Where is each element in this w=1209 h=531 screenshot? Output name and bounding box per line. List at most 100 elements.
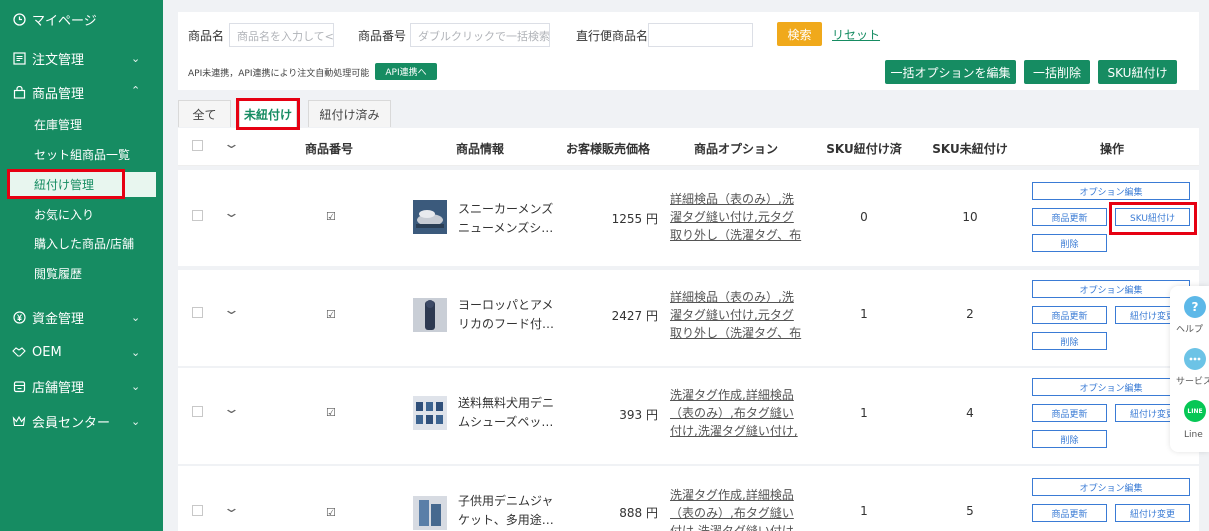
- reset-link[interactable]: リセット: [832, 26, 880, 43]
- sidebar-item-history[interactable]: 閲覧履歴: [0, 262, 163, 284]
- handshake-icon: [12, 345, 26, 359]
- edit-icon[interactable]: ☑: [326, 506, 336, 519]
- clock-icon: [12, 12, 26, 26]
- row-checkbox[interactable]: [192, 210, 203, 221]
- product-options-link[interactable]: 詳細検品（表のみ）,洗濯タグ縫い付け,元タグ取り外し（洗濯タグ、布タグ、吊…: [670, 190, 804, 246]
- sku-link-button[interactable]: SKU紐付け: [1098, 60, 1177, 84]
- sku-linked-count: 1: [860, 406, 868, 420]
- nav-oem-label: OEM: [32, 344, 62, 360]
- nav-mypage-label: マイページ: [32, 13, 97, 29]
- table-row: ⌄ ☑ ヨーロッパとアメリカのフード付… 2427 円 詳細検品（表のみ）,洗濯…: [178, 270, 1199, 366]
- table-row: ⌄ ☑ 子供用デニムジャケット、多用途… 888 円 洗濯タグ作成,詳細検品（表…: [178, 466, 1199, 531]
- nav-oem[interactable]: OEM ⌄: [0, 341, 163, 363]
- bag-icon: [12, 85, 26, 99]
- nav-member-label: 会員センター: [32, 415, 111, 431]
- header-sku-unlinked: SKU未紐付け: [932, 142, 1008, 156]
- product-options-link[interactable]: 詳細検品（表のみ）,洗濯タグ縫い付け,元タグ取り外し（洗濯タグ、布タグ、吊…: [670, 288, 804, 344]
- delete-button[interactable]: 削除: [1032, 332, 1107, 350]
- product-update-button[interactable]: 商品更新: [1032, 208, 1107, 226]
- service-label: サービス: [1176, 377, 1209, 387]
- list-icon: [12, 51, 26, 65]
- sku-unlinked-count: 10: [962, 210, 978, 224]
- sidebar-item-linking[interactable]: 紐付け管理: [8, 172, 156, 197]
- tab-linked[interactable]: 紐付け済み: [308, 100, 391, 127]
- bulk-option-edit-button[interactable]: 一括オプションを編集: [885, 60, 1016, 84]
- sidebar: マイページ 注文管理 ⌄ 商品管理 ⌃ 在庫管理 セット組商品一覧 紐付け管理 …: [0, 0, 163, 531]
- bulk-delete-button[interactable]: 一括削除: [1024, 60, 1090, 84]
- sidebar-item-favorites[interactable]: お気に入り: [0, 203, 163, 225]
- header-options: 商品オプション: [693, 142, 779, 156]
- floating-help-panel: ? ヘルプ サービス LINE Line: [1170, 286, 1209, 452]
- chevron-down-icon[interactable]: ⌄: [223, 137, 240, 152]
- edit-icon[interactable]: ☑: [326, 308, 336, 321]
- chevron-down-icon: ⌄: [131, 379, 141, 393]
- help-label: ヘルプ: [1176, 325, 1204, 335]
- product-name[interactable]: 送料無料犬用デニムシューズペッ…: [458, 394, 554, 432]
- filter-panel: 商品名 商品名を入力して< 商品番号 ダブルクリックで一括検索 直行便商品名 検…: [178, 12, 1199, 90]
- nav-mypage[interactable]: マイページ: [0, 8, 163, 30]
- yen-icon: [12, 310, 26, 324]
- row-checkbox[interactable]: [192, 406, 203, 417]
- option-edit-button[interactable]: オプション編集: [1032, 478, 1190, 496]
- row-checkbox[interactable]: [192, 505, 203, 516]
- option-edit-button[interactable]: オプション編集: [1032, 182, 1190, 200]
- table-row: ⌄ ☑ スニーカーメンズ ニューメンズシ… 1255 円 詳細検品（表のみ）,洗…: [178, 170, 1199, 266]
- edit-icon[interactable]: ☑: [326, 210, 336, 223]
- table-header: ⌄ 商品番号 商品情報 お客様販売価格 商品オプション SKU紐付け済 SKU未…: [178, 128, 1199, 166]
- edit-icon[interactable]: ☑: [326, 406, 336, 419]
- sku-unlinked-count: 2: [966, 307, 974, 321]
- sidebar-item-label: 紐付け管理: [34, 178, 95, 192]
- crown-icon: [12, 414, 26, 428]
- product-update-button[interactable]: 商品更新: [1032, 504, 1107, 522]
- chevron-down-icon[interactable]: ⌄: [223, 501, 240, 516]
- api-link-button[interactable]: API連携へ: [375, 63, 437, 80]
- nav-member[interactable]: 会員センター ⌄: [0, 410, 163, 432]
- product-name[interactable]: スニーカーメンズ ニューメンズシ…: [458, 200, 554, 238]
- option-edit-button[interactable]: オプション編集: [1032, 378, 1190, 396]
- product-options-link[interactable]: 洗濯タグ作成,詳細検品（表のみ）,布タグ縫い付け,洗濯タグ縫い付け,元タグ取…: [670, 386, 804, 442]
- product-update-button[interactable]: 商品更新: [1032, 404, 1107, 422]
- sidebar-item-label: 閲覧履歴: [34, 266, 83, 281]
- sidebar-item-set-products[interactable]: セット組商品一覧: [0, 143, 163, 165]
- sku-linked-count: 0: [860, 210, 868, 224]
- help-icon[interactable]: ?: [1184, 296, 1206, 318]
- direct-product-input[interactable]: [648, 23, 753, 47]
- nav-product[interactable]: 商品管理 ⌃: [0, 81, 163, 103]
- link-change-button[interactable]: 紐付け変更: [1115, 504, 1190, 522]
- product-name[interactable]: 子供用デニムジャケット、多用途…: [458, 492, 554, 530]
- row-checkbox[interactable]: [192, 307, 203, 318]
- product-name[interactable]: ヨーロッパとアメリカのフード付…: [458, 296, 554, 334]
- nav-store[interactable]: 店舗管理 ⌄: [0, 375, 163, 397]
- api-note: API未連携，API連携により注文自動処理可能: [188, 69, 370, 79]
- chevron-down-icon: ⌄: [131, 51, 141, 65]
- chevron-down-icon[interactable]: ⌄: [223, 206, 240, 221]
- search-button[interactable]: 検索: [777, 22, 822, 46]
- sku-link-row-button[interactable]: SKU紐付け: [1115, 208, 1190, 226]
- delete-button[interactable]: 削除: [1032, 234, 1107, 252]
- select-all-checkbox[interactable]: [192, 140, 203, 151]
- tab-unlinked[interactable]: 未紐付け: [239, 100, 297, 127]
- product-thumbnail: [413, 496, 447, 530]
- nav-funds[interactable]: 資金管理 ⌄: [0, 306, 163, 328]
- chevron-down-icon[interactable]: ⌄: [223, 402, 240, 417]
- sku-linked-count: 1: [860, 504, 868, 518]
- product-update-button[interactable]: 商品更新: [1032, 306, 1107, 324]
- nav-funds-label: 資金管理: [32, 311, 85, 327]
- chevron-down-icon[interactable]: ⌄: [223, 303, 240, 318]
- product-name-input[interactable]: 商品名を入力して<: [229, 23, 334, 47]
- sidebar-item-inventory[interactable]: 在庫管理: [0, 113, 163, 135]
- chat-icon[interactable]: [1184, 348, 1206, 370]
- nav-order[interactable]: 注文管理 ⌄: [0, 47, 163, 69]
- product-code-input[interactable]: ダブルクリックで一括検索: [410, 23, 550, 47]
- option-edit-button[interactable]: オプション編集: [1032, 280, 1190, 298]
- tab-all[interactable]: 全て: [178, 100, 231, 127]
- delete-button[interactable]: 削除: [1032, 430, 1107, 448]
- nav-order-label: 注文管理: [32, 52, 85, 68]
- product-thumbnail: [413, 396, 447, 430]
- product-options-link[interactable]: 洗濯タグ作成,詳細検品（表のみ）,布タグ縫い付け,洗濯タグ縫い付け,元タグ取…: [670, 486, 804, 531]
- nav-store-label: 店舗管理: [32, 380, 85, 396]
- sidebar-item-purchased[interactable]: 購入した商品/店舗: [0, 232, 163, 254]
- line-icon[interactable]: LINE: [1184, 400, 1206, 422]
- chevron-down-icon: ⌄: [131, 310, 141, 324]
- product-price: 888 円: [619, 506, 658, 520]
